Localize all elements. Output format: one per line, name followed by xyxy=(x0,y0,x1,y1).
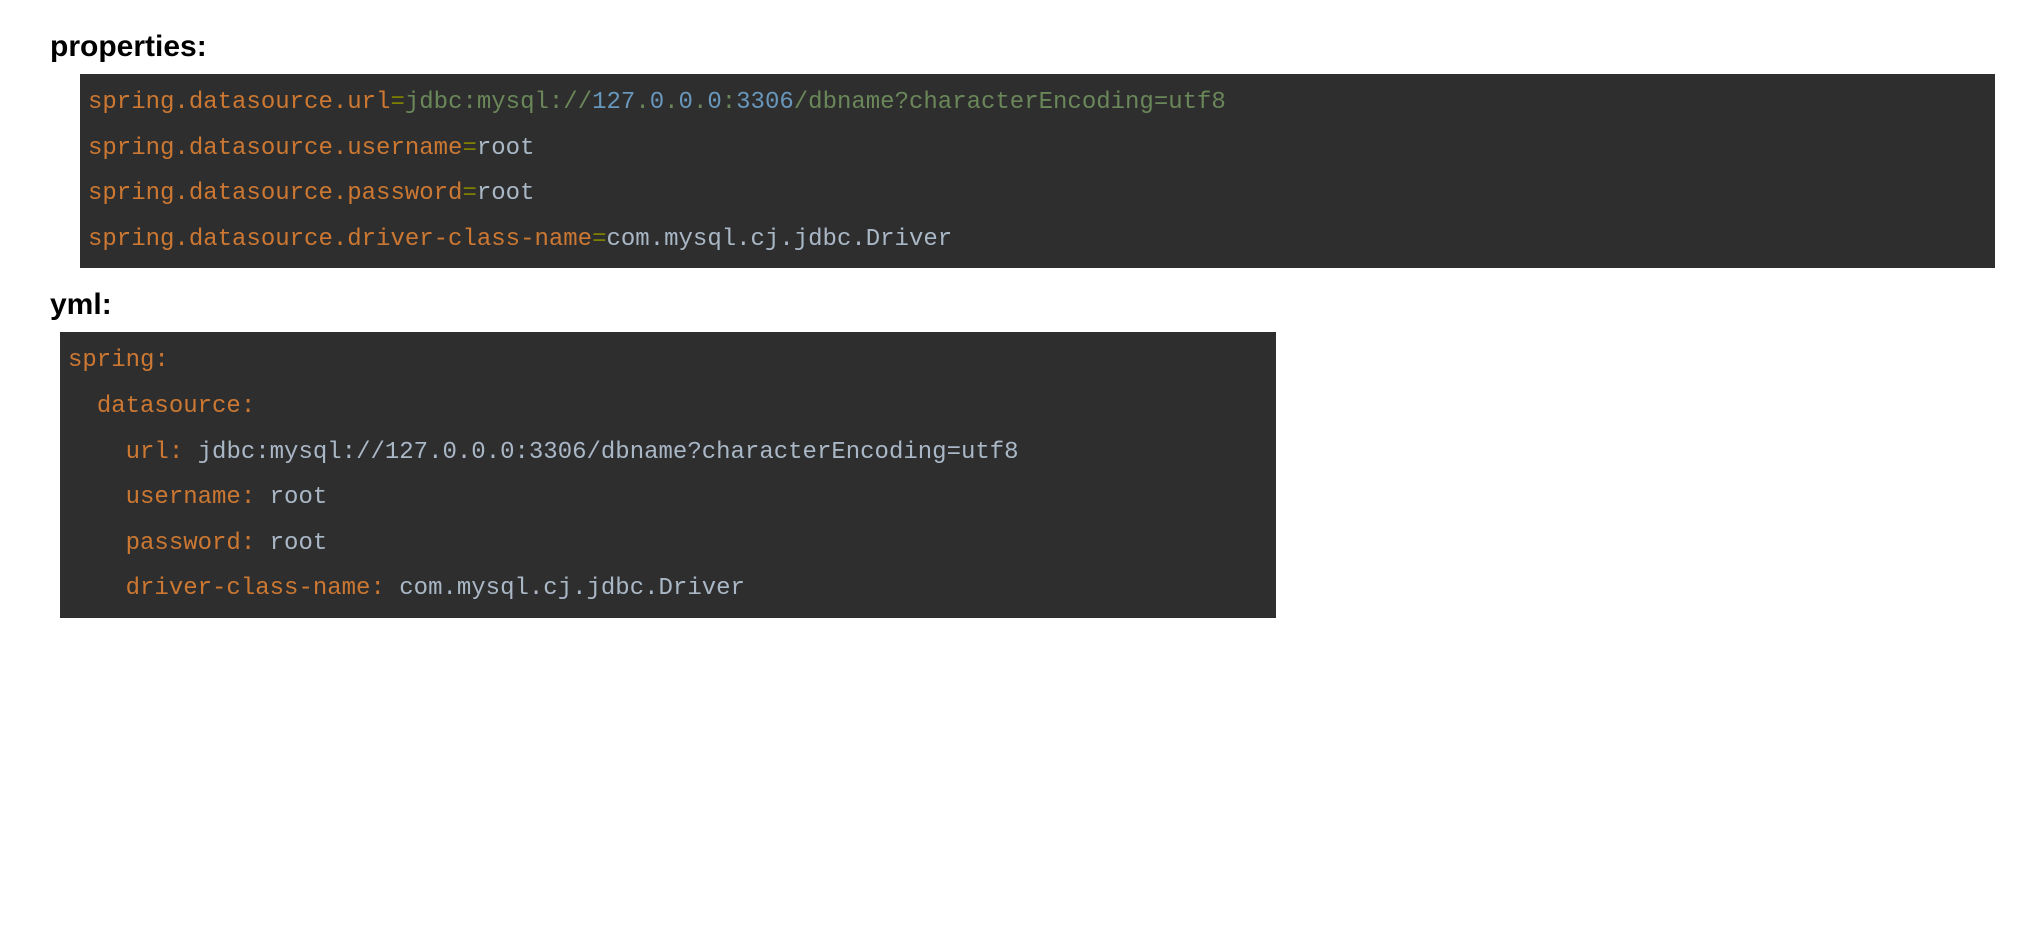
prop-equals: = xyxy=(462,180,476,207)
yml-val: jdbc:mysql://127.0.0.0:3306/dbname?chara… xyxy=(198,439,1019,466)
prop-val-segment: /dbname?characterEncoding=utf8 xyxy=(794,89,1226,116)
heading-yml: yml: xyxy=(50,288,1995,322)
prop-val-segment: . xyxy=(664,89,678,116)
yml-indent xyxy=(68,530,126,557)
yml-indent xyxy=(68,575,126,602)
code-line: url: jdbc:mysql://127.0.0.0:3306/dbname?… xyxy=(68,439,1019,466)
code-block-yml: spring: datasource: url: jdbc:mysql://12… xyxy=(60,332,1276,618)
yml-colon: : xyxy=(370,575,399,602)
prop-key: spring.datasource.password xyxy=(88,180,462,207)
yml-colon: : xyxy=(154,347,168,374)
prop-val-segment: 3306 xyxy=(736,89,794,116)
yml-val: com.mysql.cj.jdbc.Driver xyxy=(399,575,745,602)
yml-key: spring xyxy=(68,347,154,374)
prop-val-segment: . xyxy=(693,89,707,116)
prop-val-segment: : xyxy=(722,89,736,116)
yml-colon: : xyxy=(169,439,198,466)
yml-colon: : xyxy=(241,393,255,420)
yml-key: driver-class-name xyxy=(126,575,371,602)
prop-key: spring.datasource.url xyxy=(88,89,390,116)
prop-equals: = xyxy=(592,226,606,253)
yml-colon: : xyxy=(241,530,270,557)
code-line: spring: xyxy=(68,347,169,374)
code-block-properties: spring.datasource.url=jdbc:mysql://127.0… xyxy=(80,74,1995,268)
prop-key: spring.datasource.driver-class-name xyxy=(88,226,592,253)
code-line: spring.datasource.password=root xyxy=(88,180,534,207)
prop-equals: = xyxy=(390,89,404,116)
yml-key: username xyxy=(126,484,241,511)
yml-indent xyxy=(68,393,97,420)
prop-val-segment: 127 xyxy=(592,89,635,116)
yml-key: url xyxy=(126,439,169,466)
code-line: datasource: xyxy=(68,393,255,420)
yml-colon: : xyxy=(241,484,270,511)
prop-val: com.mysql.cj.jdbc.Driver xyxy=(607,226,953,253)
prop-val: root xyxy=(477,180,535,207)
prop-val-segment: 0 xyxy=(650,89,664,116)
yml-val: root xyxy=(270,530,328,557)
code-line: username: root xyxy=(68,484,327,511)
code-line: password: root xyxy=(68,530,327,557)
prop-equals: = xyxy=(462,135,476,162)
code-line: spring.datasource.driver-class-name=com.… xyxy=(88,226,952,253)
yml-key: password xyxy=(126,530,241,557)
yml-indent xyxy=(68,439,126,466)
prop-val: root xyxy=(477,135,535,162)
yml-key: datasource xyxy=(97,393,241,420)
yml-val: root xyxy=(270,484,328,511)
code-line: spring.datasource.url=jdbc:mysql://127.0… xyxy=(88,89,1226,116)
prop-val-segment: jdbc:mysql:// xyxy=(405,89,592,116)
code-line: spring.datasource.username=root xyxy=(88,135,534,162)
prop-val-segment: 0 xyxy=(679,89,693,116)
prop-key: spring.datasource.username xyxy=(88,135,462,162)
yml-indent xyxy=(68,484,126,511)
heading-properties: properties: xyxy=(50,30,1995,64)
prop-val-segment: . xyxy=(635,89,649,116)
code-line: driver-class-name: com.mysql.cj.jdbc.Dri… xyxy=(68,575,745,602)
prop-val-segment: 0 xyxy=(707,89,721,116)
